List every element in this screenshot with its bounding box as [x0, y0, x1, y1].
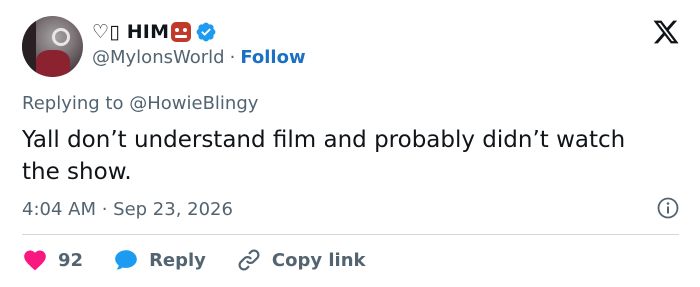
avatar-figure: [36, 50, 70, 77]
copy-link-label: Copy link: [271, 249, 366, 271]
author-handle-row: @MylonsWorld · Follow: [92, 47, 306, 68]
reply-button[interactable]: Reply: [113, 247, 206, 273]
reply-label: Reply: [149, 249, 206, 271]
speech-bubble-icon: [115, 250, 137, 270]
x-logo-icon[interactable]: [652, 18, 680, 46]
copy-link-button[interactable]: Copy link: [236, 247, 366, 273]
tweet-actions: 92 Reply Copy link: [22, 247, 396, 273]
tweet-text: Yall don’t understand film and probably …: [22, 127, 626, 185]
info-icon[interactable]: [656, 196, 680, 220]
verified-badge-icon: [196, 22, 216, 42]
tweet-timestamp[interactable]: 4:04 AM · Sep 23, 2026: [22, 199, 233, 220]
reply-mention-link[interactable]: @HowieBlingy: [129, 93, 258, 114]
heart-icon: [24, 250, 46, 271]
oni-mask-emoji-icon: [171, 22, 192, 42]
reply-context: Replying to @HowieBlingy: [22, 93, 258, 114]
like-button[interactable]: 92: [22, 247, 83, 273]
author-name-row[interactable]: ♡▯ HIM: [92, 19, 217, 45]
avatar-shade: [22, 16, 36, 77]
like-count: 92: [58, 249, 84, 271]
link-icon: [238, 249, 260, 271]
divider: [22, 234, 679, 235]
author-handle[interactable]: @MylonsWorld: [92, 47, 225, 68]
avatar[interactable]: [22, 16, 83, 77]
follow-button[interactable]: Follow: [240, 47, 305, 68]
avatar-detail: [52, 28, 70, 46]
reply-prefix: Replying to: [22, 93, 124, 114]
author-display-name[interactable]: ♡▯ HIM: [92, 21, 169, 43]
separator: ·: [229, 47, 236, 68]
